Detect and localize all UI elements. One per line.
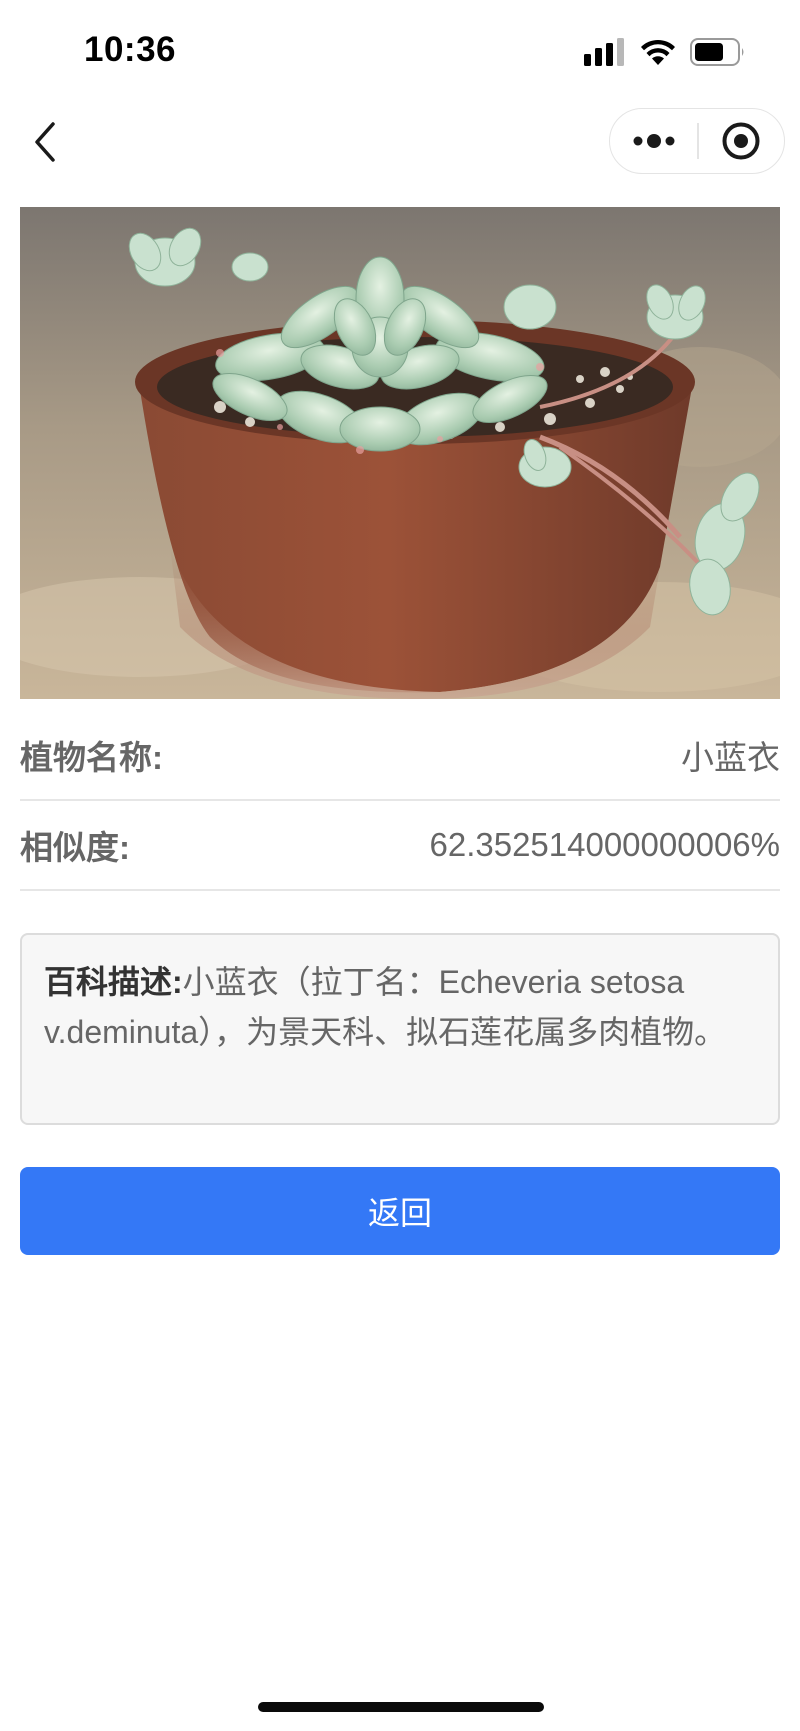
mini-program-capsule xyxy=(609,108,785,174)
more-button[interactable] xyxy=(610,109,697,173)
close-target-icon xyxy=(722,122,760,160)
status-icons xyxy=(584,36,746,68)
similarity-row: 相似度: 62.352514000000006% xyxy=(20,801,780,891)
plant-photo xyxy=(20,207,780,699)
battery-icon xyxy=(690,38,744,66)
description-label: 百科描述: xyxy=(44,964,183,1000)
plant-name-row: 植物名称: 小蓝衣 xyxy=(20,711,780,801)
status-time: 10:36 xyxy=(84,30,177,69)
similarity-label: 相似度: xyxy=(20,829,130,866)
nav-bar xyxy=(0,100,800,186)
plant-name-value: 小蓝衣 xyxy=(681,739,780,776)
more-dots-icon xyxy=(633,134,675,148)
back-button[interactable] xyxy=(26,116,68,168)
similarity-value: 62.352514000000006% xyxy=(429,826,780,863)
signal-icon xyxy=(584,38,624,66)
close-button[interactable] xyxy=(699,109,784,173)
plant-name-label: 植物名称: xyxy=(20,739,163,776)
description-box: 百科描述:小蓝衣（拉丁名：Echeveria setosa v.deminuta… xyxy=(20,933,780,1125)
return-button[interactable]: 返回 xyxy=(20,1167,780,1255)
wifi-icon xyxy=(641,39,675,65)
status-bar: 10:36 xyxy=(0,0,800,100)
home-indicator xyxy=(258,1702,544,1712)
back-chevron-icon xyxy=(35,122,55,162)
